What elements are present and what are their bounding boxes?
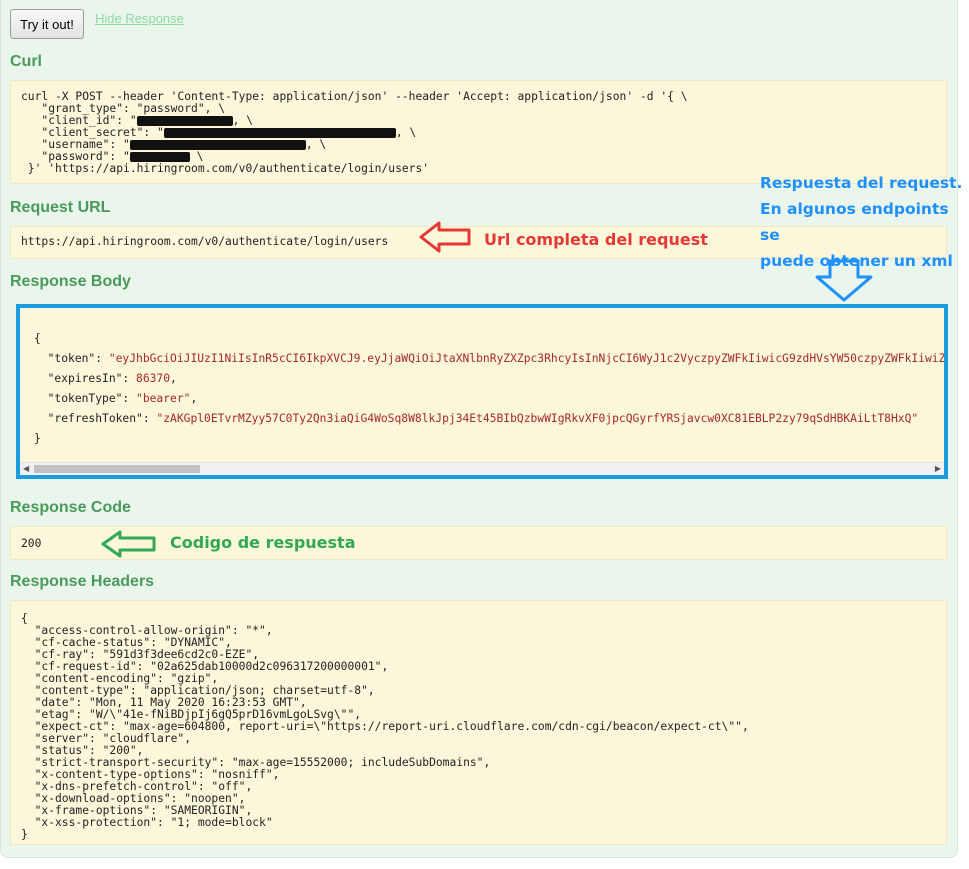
response-annotation-line-1: Respuesta del request. bbox=[760, 174, 963, 192]
response-annotation-line-2: En algunos endpoints se bbox=[760, 200, 949, 244]
json-close-brace: } bbox=[34, 432, 41, 445]
curl-code-block: curl -X POST --header 'Content-Type: app… bbox=[10, 80, 947, 184]
json-tokentype-key: "tokenType": bbox=[47, 392, 137, 405]
response-headers-section-title: Response Headers bbox=[10, 573, 155, 590]
json-refresh-key: "refreshToken": bbox=[47, 412, 157, 425]
url-annotation: Url completa del request bbox=[484, 230, 708, 249]
blue-down-arrow-icon bbox=[815, 259, 873, 302]
json-refresh-value: "zAKGpl0ETvrMZyy57C0Ty2Qn3iaQiG4WoSq8W8l… bbox=[156, 412, 919, 425]
scrollbar-thumb[interactable] bbox=[34, 465, 200, 473]
response-headers-text: { "access-control-allow-origin": "*", "c… bbox=[21, 612, 749, 841]
request-url-section-title: Request URL bbox=[10, 199, 111, 216]
json-open-brace: { bbox=[34, 332, 41, 345]
scroll-right-icon[interactable]: ▶ bbox=[935, 463, 941, 475]
json-expires-key: "expiresIn": bbox=[47, 372, 137, 385]
json-tokentype-value: "bearer" bbox=[136, 392, 191, 405]
curl-username-end: , \ bbox=[305, 138, 327, 151]
json-expires-value: 86370 bbox=[136, 372, 171, 385]
horizontal-scrollbar[interactable]: ◀ ▶ bbox=[20, 462, 944, 475]
curl-section-title: Curl bbox=[10, 53, 42, 70]
response-body-json: { "token": "eyJhbGciOiJIUzI1NiIsInR5cCI6… bbox=[34, 329, 948, 449]
code-annotation: Codigo de respuesta bbox=[170, 533, 356, 552]
response-code-value: 200 bbox=[21, 537, 42, 550]
red-arrow-icon bbox=[419, 221, 471, 253]
json-token-value: "eyJhbGciOiJIUzI1NiIsInR5cCI6IkpXVCJ9.ey… bbox=[108, 352, 948, 365]
scroll-left-icon[interactable]: ◀ bbox=[23, 463, 29, 475]
redacted-password bbox=[129, 152, 190, 162]
response-body-block: { "token": "eyJhbGciOiJIUzI1NiIsInR5cCI6… bbox=[16, 304, 948, 479]
redacted-username bbox=[129, 140, 306, 150]
curl-client-id-end: , \ bbox=[232, 114, 254, 127]
redacted-client-secret bbox=[163, 128, 396, 138]
curl-line: curl -X POST --header 'Content-Type: app… bbox=[21, 91, 946, 175]
hide-response-link[interactable]: Hide Response bbox=[95, 11, 184, 26]
try-it-out-button[interactable]: Try it out! bbox=[10, 9, 84, 39]
curl-client-secret-end: , \ bbox=[395, 126, 417, 139]
response-headers-block: { "access-control-allow-origin": "*", "c… bbox=[10, 600, 947, 845]
response-body-section-title: Response Body bbox=[10, 273, 131, 290]
green-arrow-icon bbox=[101, 530, 156, 558]
json-token-key: "token": bbox=[47, 352, 109, 365]
redacted-client-id bbox=[136, 116, 233, 126]
curl-url-line: }' 'https://api.hiringroom.com/v0/authen… bbox=[21, 162, 430, 175]
response-code-section-title: Response Code bbox=[10, 499, 131, 516]
